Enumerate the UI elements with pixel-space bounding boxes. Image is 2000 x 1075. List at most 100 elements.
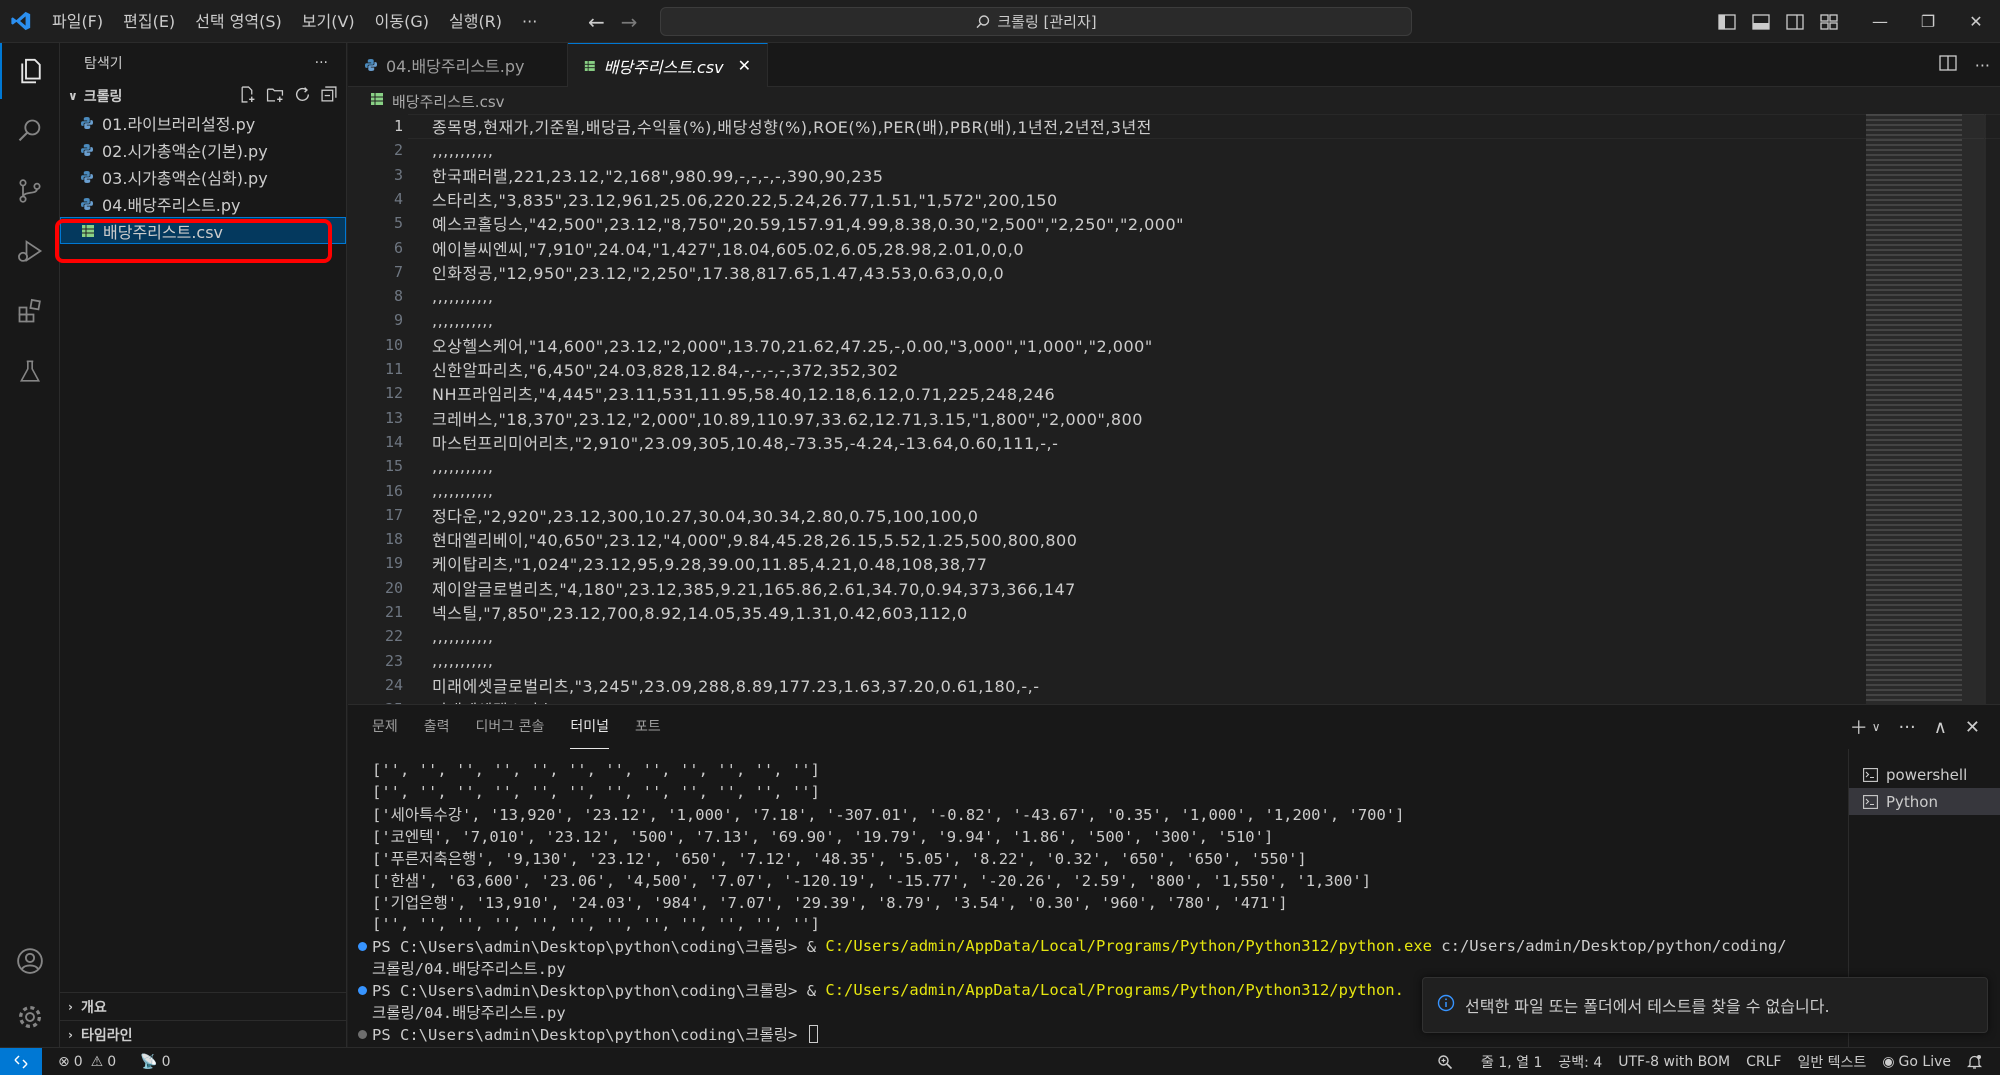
menu-item-2[interactable]: 선택 영역(S) [185, 0, 292, 43]
panel-tab[interactable]: 출력 [424, 705, 450, 749]
code-line[interactable]: 1 종목명,현재가,기준월,배당금,수익률(%),배당성향(%),ROE(%),P… [348, 114, 1848, 138]
forward-arrow-icon[interactable]: → [621, 10, 638, 34]
refresh-icon[interactable] [294, 86, 311, 107]
menu-item-6[interactable]: ··· [512, 0, 547, 43]
file-item[interactable]: 03.시가총액순(심화).py [60, 163, 346, 190]
command-status-dot[interactable] [358, 986, 367, 995]
panel-tab[interactable]: 디버그 콘솔 [476, 705, 545, 749]
collapse-all-icon[interactable] [321, 85, 338, 107]
file-item[interactable]: 배당주리스트.csv [60, 217, 346, 244]
minimap[interactable] [1866, 114, 1962, 704]
code-line[interactable]: 2,,,,,,,,,,, [348, 138, 1848, 162]
code-line[interactable]: 20 제이알글로벌리츠,"4,180",23.12,385,9.21,165.86… [348, 576, 1848, 600]
editor-more-icon[interactable]: ··· [1975, 56, 1990, 75]
menu-item-4[interactable]: 이동(G) [365, 0, 439, 43]
code-line[interactable]: 17 정다운,"2,920",23.12,300,10.27,30.04,30.3… [348, 503, 1848, 527]
code-line[interactable]: 22,,,,,,,,,,, [348, 624, 1848, 648]
code-line[interactable]: 3 한국패러랠,221,23.12,"2,168",980.99,-,-,-,-,… [348, 163, 1848, 187]
notification-toast[interactable]: 선택한 파일 또는 폴더에서 테스트를 찾을 수 없습니다. [1422, 977, 1988, 1033]
file-item[interactable]: 04.배당주리스트.py [60, 190, 346, 217]
command-status-dot[interactable] [358, 942, 367, 951]
outline-section[interactable]: › 개요 [60, 992, 347, 1020]
close-tab-icon[interactable]: ✕ [738, 56, 751, 75]
command-status-dot[interactable] [358, 1030, 367, 1039]
run-debug-icon[interactable] [0, 223, 60, 279]
panel-more-icon[interactable]: ··· [1899, 717, 1916, 738]
code-line[interactable]: 13 크레버스,"18,370",23.12,"2,000",10.89,110.… [348, 406, 1848, 430]
editor-tab[interactable]: 04.배당주리스트.py [348, 43, 568, 87]
testing-flask-icon[interactable] [0, 343, 60, 399]
editor-tab[interactable]: 배당주리스트.csv ✕ [568, 43, 768, 87]
code-line[interactable]: 9,,,,,,,,,,, [348, 308, 1848, 332]
command-center[interactable]: 크롤링 [관리자] [660, 7, 1412, 36]
terminal-instance[interactable]: powershell [1849, 761, 2000, 788]
code-line[interactable]: 10 오상헬스케어,"14,600",23.12,"2,000",13.70,21… [348, 333, 1848, 357]
menu-item-3[interactable]: 보기(V) [292, 0, 365, 43]
panel-tab[interactable]: 문제 [372, 705, 398, 749]
breadcrumb-file[interactable]: 배당주리스트.csv [392, 91, 505, 112]
code-line[interactable]: 18 현대엘리베이,"40,650",23.12,"4,000",9.84,45.… [348, 527, 1848, 551]
zoom-icon[interactable] [1429, 1048, 1461, 1075]
end-of-line[interactable]: CRLF [1738, 1048, 1789, 1075]
customize-layout-icon[interactable] [1812, 0, 1846, 43]
code-line[interactable]: 21 넥스틸,"7,850",23.12,700,8.92,14.05,35.49… [348, 600, 1848, 624]
file-item[interactable]: 01.라이브러리설정.py [60, 109, 346, 136]
back-arrow-icon[interactable]: ← [588, 10, 605, 34]
code-line[interactable]: 23,,,,,,,,,,, [348, 649, 1848, 673]
toggle-primary-sidebar-icon[interactable] [1710, 0, 1744, 43]
file-item[interactable]: 02.시가총액순(기본).py [60, 136, 346, 163]
close-panel-icon[interactable]: ✕ [1965, 717, 1980, 738]
menu-item-0[interactable]: 파일(F) [42, 0, 113, 43]
menu-item-1[interactable]: 편집(E) [113, 0, 185, 43]
code-line[interactable]: 4 스타리츠,"3,835",23.12,961,25.06,220.22,5.2… [348, 187, 1848, 211]
code-line[interactable]: 19 케이탑리츠,"1,024",23.12,95,9.28,39.00,11.8… [348, 551, 1848, 575]
editor-scrollbar[interactable] [1984, 114, 1998, 704]
explorer-files-icon[interactable] [0, 43, 60, 99]
code-line[interactable]: 24 미래에셋글로벌리츠,"3,245",23.09,288,8.89,177.2… [348, 673, 1848, 697]
code-line[interactable]: 14 마스턴프리미어리츠,"2,910",23.09,305,10.48,-73.… [348, 430, 1848, 454]
maximize-panel-icon[interactable]: ∧ [1934, 717, 1947, 738]
language-mode[interactable]: 일반 텍스트 [1789, 1048, 1874, 1075]
code-editor[interactable]: 1 종목명,현재가,기준월,배당금,수익률(%),배당성향(%),ROE(%),P… [348, 114, 2000, 704]
go-live-button[interactable]: ◉ Go Live [1874, 1048, 1959, 1075]
terminal-dropdown-icon[interactable]: ∨ [1872, 720, 1881, 734]
minimize-icon[interactable]: — [1856, 0, 1904, 43]
restore-icon[interactable]: ❐ [1904, 0, 1952, 43]
ports-status[interactable]: 📡 0 [132, 1048, 178, 1075]
code-line[interactable]: 6 에이블씨엔씨,"7,910",24.04,"1,427",18.04,605.… [348, 236, 1848, 260]
source-control-icon[interactable] [0, 163, 60, 219]
folder-crawling[interactable]: ∨ 크롤링 [60, 83, 346, 109]
close-window-icon[interactable]: ✕ [1952, 0, 2000, 43]
code-line[interactable]: 7 인화정공,"12,950",23.12,"2,250",17.38,817.6… [348, 260, 1848, 284]
code-line[interactable]: 12 NH프라임리츠,"4,445",23.11,531,11.95,58.40,… [348, 381, 1848, 405]
timeline-section[interactable]: › 타임라인 [60, 1020, 347, 1048]
cursor-position[interactable]: 줄 1, 열 1 [1473, 1048, 1550, 1075]
indentation[interactable]: 공백: 4 [1550, 1048, 1610, 1075]
extensions-icon[interactable] [0, 283, 60, 339]
terminal-instance[interactable]: Python [1849, 788, 2000, 815]
settings-gear-icon[interactable] [0, 989, 60, 1045]
encoding[interactable]: UTF-8 with BOM [1610, 1048, 1738, 1075]
code-line[interactable]: 16,,,,,,,,,,, [348, 479, 1848, 503]
accounts-icon[interactable] [0, 933, 60, 989]
code-line[interactable]: 5 예스코홀딩스,"42,500",23.12,"8,750",20.59,157… [348, 211, 1848, 235]
split-editor-icon[interactable] [1939, 55, 1957, 75]
toggle-panel-icon[interactable] [1744, 0, 1778, 43]
new-terminal-icon[interactable]: ＋ [1850, 714, 1868, 740]
code-line[interactable]: 15,,,,,,,,,,, [348, 454, 1848, 478]
new-file-icon[interactable] [239, 85, 256, 107]
problems-status[interactable]: ⊗ 0 ⚠ 0 [50, 1048, 124, 1075]
code-line[interactable]: 25미래에셋맵스리츠,"3,295",23.11,284,8.62,48.98,… [348, 697, 1848, 704]
explorer-more-button[interactable]: ··· [315, 55, 328, 71]
new-folder-icon[interactable] [266, 86, 284, 107]
remote-indicator-icon[interactable] [0, 1047, 42, 1075]
notifications-bell-icon[interactable] [1959, 1048, 1990, 1075]
toggle-secondary-sidebar-icon[interactable] [1778, 0, 1812, 43]
menu-item-5[interactable]: 실행(R) [439, 0, 512, 43]
panel-tab[interactable]: 포트 [635, 705, 661, 749]
search-icon[interactable] [0, 103, 60, 159]
code-line[interactable]: 11 신한알파리츠,"6,450",24.03,828,12.84,-,-,-,-… [348, 357, 1848, 381]
broadcast-icon: 📡 [140, 1053, 158, 1070]
panel-tab[interactable]: 터미널 [570, 705, 610, 749]
code-line[interactable]: 8,,,,,,,,,,, [348, 284, 1848, 308]
